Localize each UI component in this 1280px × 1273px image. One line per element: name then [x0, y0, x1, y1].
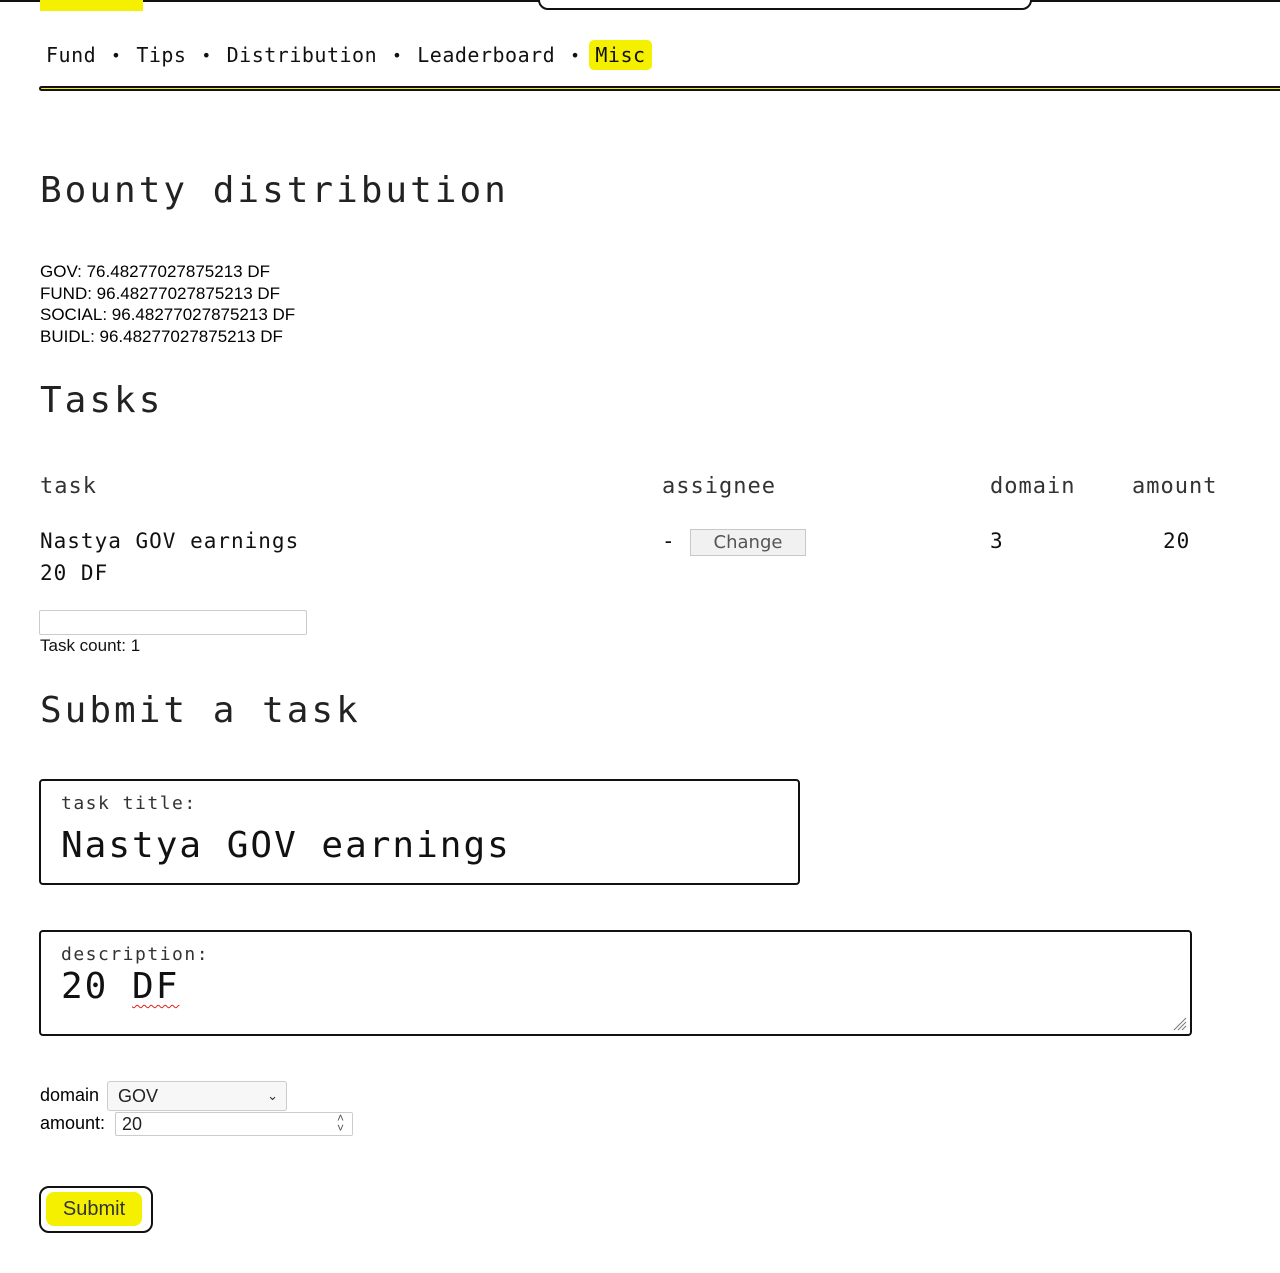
- nav-separator: •: [111, 45, 122, 65]
- chevron-down-icon: ⌄: [267, 1088, 278, 1103]
- amount-input[interactable]: 20 ˄ ˅: [115, 1112, 353, 1136]
- nav-separator: •: [392, 45, 403, 65]
- submit-button-label: Submit: [46, 1192, 142, 1226]
- nav-separator: •: [201, 45, 212, 65]
- logo-tab[interactable]: [40, 0, 143, 11]
- domain-select-value: GOV: [118, 1086, 159, 1106]
- main-nav: Fund • Tips • Distribution • Leaderboard…: [40, 40, 652, 70]
- assignee-cell: -: [662, 529, 676, 553]
- task-title-field[interactable]: task title: Nastya GOV earnings: [39, 779, 800, 885]
- task-title-cell: Nastya GOV earnings: [40, 529, 300, 553]
- bounty-buidl: BUIDL: 96.48277027875213 DF: [40, 326, 283, 346]
- description-field[interactable]: description: 20 DF: [39, 930, 1192, 1036]
- nav-separator: •: [570, 45, 581, 65]
- nav-distribution[interactable]: Distribution: [221, 40, 384, 70]
- domain-select[interactable]: GOV ⌄: [107, 1081, 287, 1111]
- amount-input-value: 20: [122, 1114, 143, 1134]
- submit-title: Submit a task: [40, 690, 361, 731]
- task-title-label: task title:: [61, 793, 197, 814]
- description-value[interactable]: 20 DF: [61, 966, 179, 1007]
- bounty-fund: FUND: 96.48277027875213 DF: [40, 283, 281, 303]
- description-unit: DF: [132, 966, 180, 1007]
- column-header-amount: amount: [1132, 474, 1218, 499]
- amount-label: amount:: [40, 1113, 106, 1133]
- resize-grip-icon[interactable]: [1171, 1015, 1187, 1031]
- submit-button[interactable]: Submit: [39, 1186, 153, 1233]
- domain-label: domain: [40, 1085, 100, 1105]
- task-title-value[interactable]: Nastya GOV earnings: [61, 825, 511, 866]
- domain-cell: 3: [990, 529, 1004, 553]
- nav-leaderboard[interactable]: Leaderboard: [411, 40, 561, 70]
- task-count: Task count: 1: [40, 636, 141, 655]
- bounty-list: GOV: 76.48277027875213 DF FUND: 96.48277…: [40, 261, 295, 347]
- bounty-title: Bounty distribution: [40, 170, 509, 211]
- nav-tips[interactable]: Tips: [130, 40, 192, 70]
- bounty-gov: GOV: 76.48277027875213 DF: [40, 262, 270, 281]
- nav-divider: [39, 86, 1280, 91]
- column-header-task: task: [40, 474, 97, 499]
- task-description-cell: 20 DF: [40, 561, 109, 585]
- task-filter-input[interactable]: [39, 610, 307, 635]
- amount-cell: 20: [1163, 529, 1191, 553]
- nav-fund[interactable]: Fund: [40, 40, 102, 70]
- top-search-box[interactable]: [538, 0, 1032, 10]
- column-header-assignee: assignee: [662, 474, 776, 499]
- description-number: 20: [61, 966, 109, 1007]
- spinner-icon[interactable]: ˄ ˅: [337, 1112, 344, 1134]
- bounty-social: SOCIAL: 96.48277027875213 DF: [40, 305, 296, 325]
- description-label: description:: [61, 944, 210, 965]
- change-assignee-button[interactable]: Change: [690, 529, 806, 556]
- nav-misc[interactable]: Misc: [589, 40, 652, 70]
- tasks-title: Tasks: [40, 380, 164, 421]
- column-header-domain: domain: [990, 474, 1076, 499]
